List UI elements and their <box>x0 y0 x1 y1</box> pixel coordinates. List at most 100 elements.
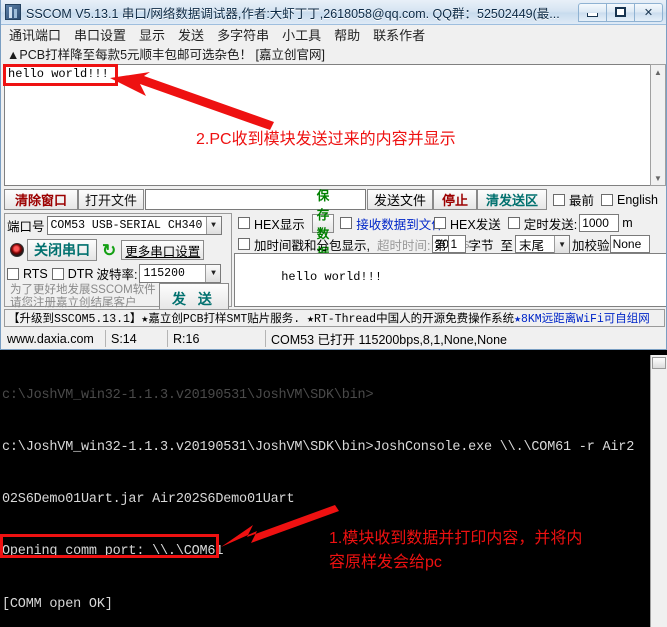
window-controls: ✕ <box>578 2 663 22</box>
ad-strip[interactable]: 【升级到SSCOM5.13.1】★嘉立创PCB打样SMT贴片服务. ★RT-Th… <box>4 309 665 327</box>
chevron-down-icon[interactable]: ▼ <box>205 217 221 234</box>
scroll-up-icon[interactable]: ▲ <box>651 65 665 79</box>
english-label: English <box>617 192 658 207</box>
timestamp-label: 加时间戳和分包显示, <box>254 238 370 253</box>
english-checkbox-group[interactable]: English <box>601 193 665 207</box>
hex-send-label: HEX发送 <box>450 217 501 232</box>
timeout-label: 超时时间: <box>376 238 431 253</box>
console-scrollbar-thumb[interactable] <box>652 357 666 369</box>
menu-item-comm-port[interactable]: 通讯端口 <box>9 25 61 44</box>
status-port-info: COM53 已打开 115200bps,8,1,None,None <box>265 330 666 347</box>
port-row: 端口号 COM53 USB-SERIAL CH340 ▼ <box>5 214 231 237</box>
send-file-button[interactable]: 发送文件 <box>366 189 433 210</box>
baud-label: 波特率: <box>96 268 138 282</box>
sscom-window: SSCOM V5.13.1 串口/网络数据调试器,作者:大虾丁丁,2618058… <box>0 0 667 350</box>
ad-strip-text: 【升级到SSCOM5.13.1】★嘉立创PCB打样SMT贴片服务. ★RT-Th… <box>8 313 515 326</box>
menu-item-multi-string[interactable]: 多字符串 <box>217 25 269 44</box>
status-site[interactable]: www.daxia.com <box>2 330 105 347</box>
topmost-checkbox-group[interactable]: 最前 <box>552 190 601 209</box>
port-select[interactable]: COM53 USB-SERIAL CH340 ▼ <box>46 216 222 235</box>
byte-prefix-label: 第 <box>434 238 447 253</box>
window-title: SSCOM V5.13.1 串口/网络数据调试器,作者:大虾丁丁,2618058… <box>26 6 560 21</box>
display-options-panel: HEX显示 保存数据 接收数据到文件 加时间戳和分包显示, 超时时间: 20 m… <box>234 189 470 260</box>
timestamp-row: 加时间戳和分包显示, 超时时间: 20 ms <box>234 234 470 254</box>
clear-window-button[interactable]: 清除窗口 <box>4 189 78 210</box>
baud-select[interactable]: 115200 ▼ <box>139 264 222 283</box>
send-area-content: hello world!!! <box>281 270 383 284</box>
menu-item-tools[interactable]: 小工具 <box>282 25 321 44</box>
receive-scrollbar[interactable]: ▲ ▼ <box>650 64 666 186</box>
timed-send-checkbox[interactable] <box>507 217 520 229</box>
title-bar[interactable]: SSCOM V5.13.1 串口/网络数据调试器,作者:大虾丁丁,2618058… <box>1 0 666 25</box>
checksum-label: 加校验 <box>572 238 610 253</box>
receive-area[interactable]: hello world!!! <box>4 64 665 186</box>
chevron-down-icon[interactable]: ▼ <box>554 235 570 253</box>
open-file-button[interactable]: 打开文件 <box>78 189 144 210</box>
to-select[interactable]: 末尾 ▼ <box>515 235 571 253</box>
checksum-row: 第 1 字节 至 末尾 ▼ 加校验 None <box>430 234 666 254</box>
maximize-button[interactable] <box>606 2 635 22</box>
port-control-row: 关闭串口 ↻ 更多串口设置 <box>5 237 231 263</box>
app-icon <box>5 4 21 20</box>
byte-index-value: 1 <box>450 237 458 251</box>
timed-send-label: 定时发送: <box>523 217 578 232</box>
receive-content: hello world!!! <box>8 67 109 81</box>
register-note: 为了更好地发展SSCOM软件 请您注册嘉立创结尾客户 <box>7 284 159 310</box>
english-checkbox[interactable] <box>601 193 613 206</box>
port-label: 端口号 <box>7 220 45 234</box>
hex-display-checkbox[interactable] <box>238 217 250 229</box>
file-toolbar: 清除窗口 打开文件 发送文件 停止 清发送区 最前 English <box>4 188 665 211</box>
hex-display-label: HEX显示 <box>254 217 305 232</box>
checksum-select[interactable]: None <box>609 235 650 253</box>
timed-send-input[interactable]: 1000 <box>579 214 620 232</box>
status-received-count: R:16 <box>167 330 265 347</box>
flow-control-row: RTS DTR 波特率: 115200 ▼ <box>5 263 231 284</box>
topmost-label: 最前 <box>568 194 594 208</box>
stop-button[interactable]: 停止 <box>432 189 477 210</box>
rts-checkbox[interactable] <box>7 267 19 280</box>
annotation-text-bottom: 1.模块收到数据并打印内容，并将内 容原样发会给pc <box>329 503 582 599</box>
screenshot-root: c:\JoshVM_win32-1.1.3.v20190531\JoshVM\S… <box>0 0 667 627</box>
dtr-checkbox[interactable] <box>51 267 64 280</box>
console-scrollbar[interactable] <box>650 355 667 627</box>
recv-to-file-checkbox[interactable] <box>340 217 353 229</box>
minimize-button[interactable] <box>578 2 607 22</box>
send-options-panel: HEX发送 定时发送: 1000 m 第 1 字节 至 末尾 ▼ 加校验 Non… <box>430 213 666 254</box>
status-led-icon <box>10 243 24 257</box>
menu-item-send[interactable]: 发送 <box>178 25 204 44</box>
hex-send-checkbox[interactable] <box>434 217 446 229</box>
refresh-icon[interactable]: ↻ <box>102 242 116 259</box>
hex-display-row: HEX显示 保存数据 接收数据到文件 <box>234 189 444 260</box>
send-area[interactable]: hello world!!! <box>234 253 666 307</box>
more-serial-settings-button[interactable]: 更多串口设置 <box>121 240 205 260</box>
clear-send-area-button[interactable]: 清发送区 <box>476 189 547 210</box>
file-path-input[interactable] <box>145 189 366 210</box>
scroll-down-icon[interactable]: ▼ <box>651 171 665 185</box>
timed-send-unit: m <box>622 216 633 230</box>
topmost-checkbox[interactable] <box>552 193 565 206</box>
byte-index-input[interactable]: 1 <box>447 235 466 253</box>
promo-bar[interactable]: ▲PCB打样降至每款5元顺丰包邮可选杂色！ [嘉立创官网] <box>1 44 666 62</box>
menu-item-serial-settings[interactable]: 串口设置 <box>74 25 126 44</box>
port-select-value: COM53 USB-SERIAL CH340 <box>50 219 203 232</box>
timestamp-checkbox[interactable] <box>238 238 250 250</box>
menu-item-contact-author[interactable]: 联系作者 <box>373 25 425 44</box>
baud-select-value: 115200 <box>143 267 185 280</box>
to-label: 至 <box>500 238 514 253</box>
register-note-row: 为了更好地发展SSCOM软件 请您注册嘉立创结尾客户 发 送 <box>5 283 231 315</box>
register-note-line1: 为了更好地发展SSCOM软件 <box>10 284 156 296</box>
save-data-button[interactable]: 保存数据 <box>311 189 335 260</box>
byte-label: 字节 <box>468 238 494 253</box>
ad-strip-link[interactable]: ★8KM远距离WiFi可自组网 <box>514 310 650 326</box>
close-button[interactable]: ✕ <box>634 2 663 22</box>
timed-send-value: 1000 <box>582 216 609 230</box>
minimize-icon <box>587 12 598 17</box>
dtr-label: DTR <box>67 266 94 281</box>
menu-item-display[interactable]: 显示 <box>139 25 165 44</box>
menu-item-help[interactable]: 帮助 <box>334 25 360 44</box>
hex-send-row: HEX发送 定时发送: 1000 m <box>430 213 666 233</box>
chevron-down-icon[interactable]: ▼ <box>205 265 221 282</box>
maximize-icon <box>615 7 626 17</box>
close-icon: ✕ <box>643 6 654 19</box>
close-port-button[interactable]: 关闭串口 <box>27 239 97 261</box>
